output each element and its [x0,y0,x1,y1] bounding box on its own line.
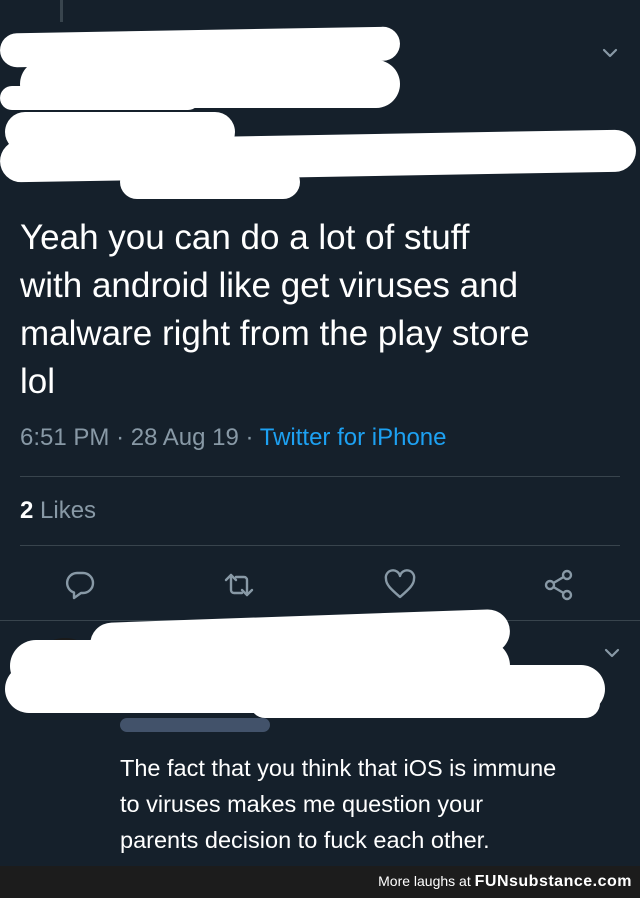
likes-stat[interactable]: 2 Likes [20,497,96,525]
tweet-time: 6:51 PM [20,424,110,451]
reply-icon[interactable] [63,568,97,602]
divider [20,476,620,477]
thread-line [60,0,63,22]
reply-text: The fact that you think that iOS is immu… [120,755,557,853]
share-icon[interactable] [542,568,576,602]
like-icon[interactable] [383,568,417,602]
watermark-prefix: More laughs at [378,873,471,889]
watermark: More laughs at FUNsubstance.com [378,873,632,891]
retweet-icon[interactable] [222,568,256,602]
divider [20,545,620,546]
likes-label: Likes [40,497,97,524]
tweet-meta: 6:51 PM · 28 Aug 19 · Twitter for iPhone [20,424,447,452]
meta-separator: · [245,424,260,451]
tweet-source-link[interactable]: Twitter for iPhone [260,424,447,451]
watermark-brand: FUNsubstance.com [474,873,632,890]
likes-count: 2 [20,497,34,524]
chevron-down-icon[interactable] [600,643,624,663]
meta-separator: · [116,424,131,451]
watermark-footer: More laughs at FUNsubstance.com [0,866,640,898]
chevron-down-icon[interactable] [598,43,622,63]
tweet-date: 28 Aug 19 [130,424,239,451]
tweet-text: Yeah you can do a lot of stuff with andr… [20,218,530,401]
